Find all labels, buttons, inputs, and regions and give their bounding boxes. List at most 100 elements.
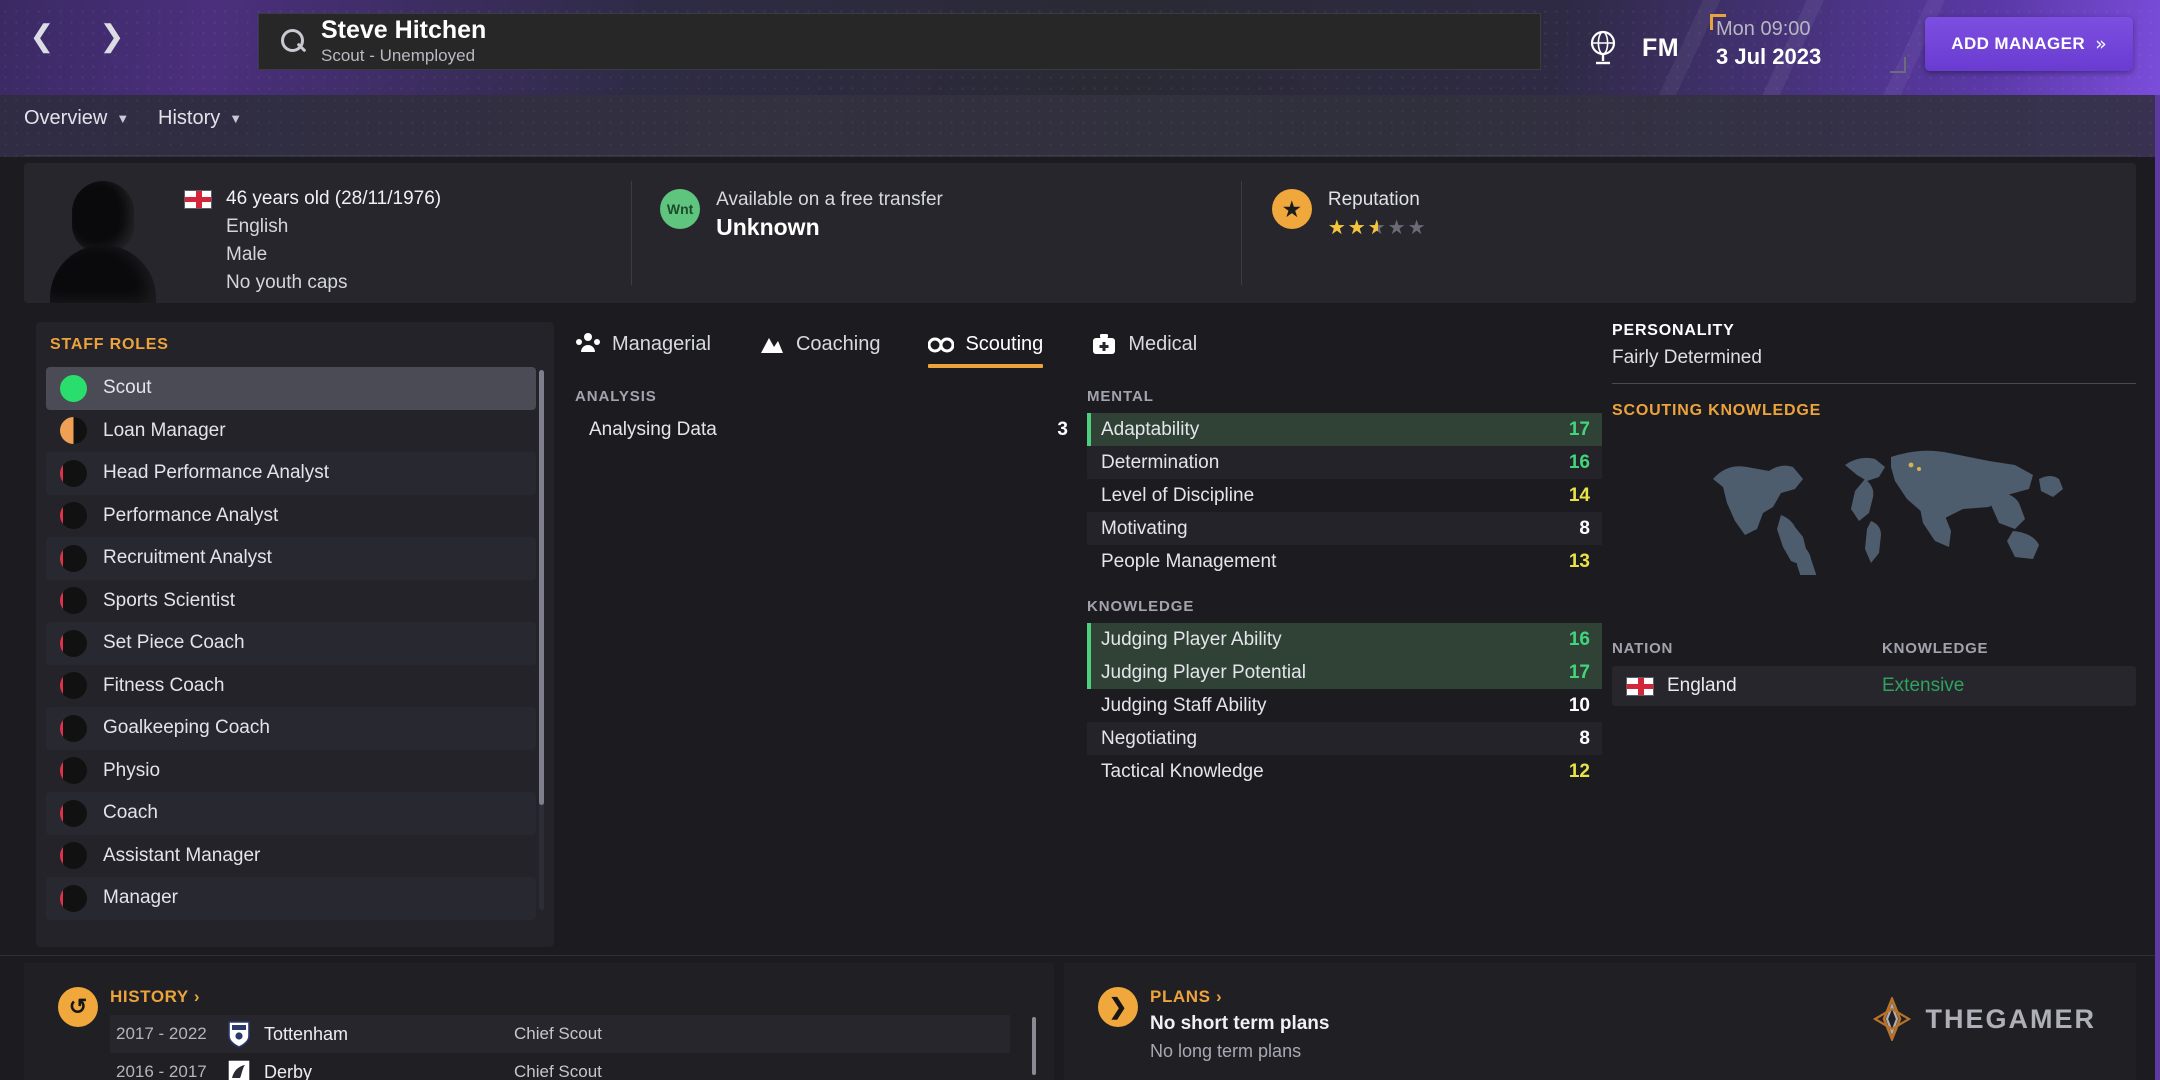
role-suitability-icon	[60, 799, 87, 827]
role-suitability-icon	[60, 544, 87, 572]
knowledge-attribute-row[interactable]: Judging Staff Ability 10	[1087, 689, 1602, 722]
chevron-down-icon: ▼	[229, 111, 243, 126]
navigation-arrows: ❮ ❯	[22, 18, 132, 58]
staff-role-item[interactable]: Head Performance Analyst	[46, 452, 536, 495]
double-chevron-right-icon: »	[2095, 33, 2107, 55]
staff-role-label: Fitness Coach	[103, 674, 225, 696]
staff-roles-scroll-thumb[interactable]	[539, 370, 544, 805]
staff-role-label: Recruitment Analyst	[103, 547, 272, 569]
subnav-dot-texture	[0, 95, 2160, 157]
staff-role-item[interactable]: Recruitment Analyst	[46, 537, 536, 580]
tab-managerial[interactable]: Managerial	[575, 332, 711, 368]
history-row[interactable]: 2017 - 2022 Tottenham Chief Scout	[110, 1015, 1010, 1053]
staff-role-label: Scout	[103, 377, 152, 399]
top-bar: ❮ ❯ Steve Hitchen Scout - Unemployed FM …	[0, 0, 2160, 95]
staff-role-item[interactable]: Goalkeeping Coach	[46, 707, 536, 750]
attribute-value: 12	[1568, 760, 1590, 782]
forward-button[interactable]: ❯	[92, 18, 132, 58]
role-suitability-icon	[60, 629, 87, 657]
mental-attribute-row[interactable]: Level of Discipline 14	[1087, 479, 1602, 512]
attribute-name: Adaptability	[1101, 418, 1200, 440]
history-scrollbar[interactable]	[1032, 1017, 1036, 1075]
tab-medical[interactable]: Medical	[1091, 332, 1197, 368]
staff-role-item[interactable]: Assistant Manager	[46, 835, 536, 878]
staff-role-item[interactable]: Sports Scientist	[46, 580, 536, 623]
staff-role-item[interactable]: Scout	[46, 367, 536, 410]
scouting-knowledge-header-row: NATION KNOWLEDGE	[1612, 640, 2136, 657]
attribute-name: Analysing Data	[589, 418, 717, 440]
binoculars-icon	[928, 337, 955, 353]
tab-managerial-label: Managerial	[612, 332, 711, 355]
staff-role-item[interactable]: Fitness Coach	[46, 665, 536, 708]
knowledge-attribute-row[interactable]: Judging Player Potential 17	[1087, 656, 1602, 689]
mental-attribute-row[interactable]: People Management 13	[1087, 545, 1602, 578]
attribute-name: Determination	[1101, 451, 1220, 473]
mental-attribute-row[interactable]: Determination 16	[1087, 446, 1602, 479]
history-clock-icon: ↺	[58, 987, 98, 1027]
scouting-knowledge-heading: SCOUTING KNOWLEDGE	[1612, 402, 1822, 419]
add-manager-button[interactable]: ADD MANAGER »	[1925, 17, 2133, 71]
staff-role-item[interactable]: Physio	[46, 750, 536, 793]
history-link[interactable]: HISTORY ›	[110, 987, 200, 1007]
staff-role-item[interactable]: Performance Analyst	[46, 495, 536, 538]
staff-role-item[interactable]: Manager	[46, 877, 536, 920]
personality-panel: PERSONALITY Fairly Determined SCOUTING K…	[1612, 322, 2136, 420]
staff-role-item[interactable]: Loan Manager	[46, 410, 536, 453]
attribute-value: 17	[1568, 418, 1590, 440]
role-suitability-icon	[60, 587, 87, 615]
history-row[interactable]: 2016 - 2017 Derby Chief Scout	[110, 1053, 1010, 1080]
plans-link[interactable]: PLANS ›	[1150, 987, 1222, 1007]
analysis-attribute-row[interactable]: Analysing Data 3	[575, 413, 1080, 446]
role-suitability-icon	[60, 374, 87, 402]
history-role: Chief Scout	[514, 1062, 602, 1080]
reputation-block: ★ Reputation ★★★★★ ★★★★★	[1242, 163, 1428, 303]
mental-attribute-row[interactable]: Motivating 8	[1087, 512, 1602, 545]
game-date: 3 Jul 2023	[1716, 44, 1822, 69]
plans-panel: ❯ PLANS › No short term plans No long te…	[1064, 963, 2136, 1080]
history-club: Derby	[264, 1061, 313, 1080]
search-bar[interactable]: Steve Hitchen Scout - Unemployed	[258, 13, 1541, 70]
mental-attribute-row[interactable]: Adaptability 17	[1087, 413, 1602, 446]
attribute-value: 10	[1568, 694, 1590, 716]
knowledge-attribute-row[interactable]: Negotiating 8	[1087, 722, 1602, 755]
attribute-value: 8	[1579, 517, 1590, 539]
chevron-down-icon: ▼	[116, 111, 130, 126]
caps-line: No youth caps	[226, 272, 348, 294]
personality-value: Fairly Determined	[1612, 347, 1762, 368]
attribute-name: Motivating	[1101, 517, 1188, 539]
age-line: 46 years old (28/11/1976)	[226, 188, 442, 209]
short-term-plans: No short term plans	[1150, 1013, 1330, 1034]
tab-overview[interactable]: Overview ▼	[24, 107, 129, 130]
staff-role-label: Manager	[103, 887, 178, 909]
coaching-whistle-icon	[760, 338, 783, 353]
tab-history[interactable]: History ▼	[158, 107, 242, 130]
staff-role-label: Assistant Manager	[103, 844, 261, 866]
staff-roles-scrollbar[interactable]	[539, 370, 544, 910]
mental-knowledge-column: MENTAL Adaptability 17 Determination 16 Leve…	[1087, 388, 1602, 788]
staff-role-label: Head Performance Analyst	[103, 462, 330, 484]
staff-role-label: Goalkeeping Coach	[103, 717, 270, 739]
back-button[interactable]: ❮	[22, 18, 62, 58]
staff-role-item[interactable]: Coach	[46, 792, 536, 835]
attribute-value: 8	[1579, 727, 1590, 749]
magnifier-icon	[275, 25, 309, 59]
globe-icon[interactable]	[1586, 30, 1620, 66]
managerial-people-icon	[576, 333, 600, 352]
history-years: 2016 - 2017	[116, 1062, 207, 1080]
knowledge-attribute-row[interactable]: Judging Player Ability 16	[1087, 623, 1602, 656]
role-suitability-icon	[60, 417, 87, 445]
table-row[interactable]: England Extensive	[1612, 666, 2136, 706]
watermark: THEGAMER	[1870, 997, 2097, 1041]
tab-scouting[interactable]: Scouting	[928, 332, 1043, 368]
tab-coaching-label: Coaching	[795, 332, 881, 355]
tab-coaching[interactable]: Coaching	[759, 332, 881, 368]
person-subtitle: Scout - Unemployed	[321, 46, 476, 66]
attribute-name: Judging Player Potential	[1101, 661, 1306, 683]
staff-role-item[interactable]: Set Piece Coach	[46, 622, 536, 665]
nation-name: England	[1667, 675, 1737, 696]
attribute-value: 16	[1568, 451, 1590, 473]
mental-heading: MENTAL	[1087, 388, 1154, 405]
staff-roles-title: STAFF ROLES	[50, 336, 169, 353]
knowledge-attribute-row[interactable]: Tactical Knowledge 12	[1087, 755, 1602, 788]
star-icon: ★	[1271, 189, 1312, 229]
